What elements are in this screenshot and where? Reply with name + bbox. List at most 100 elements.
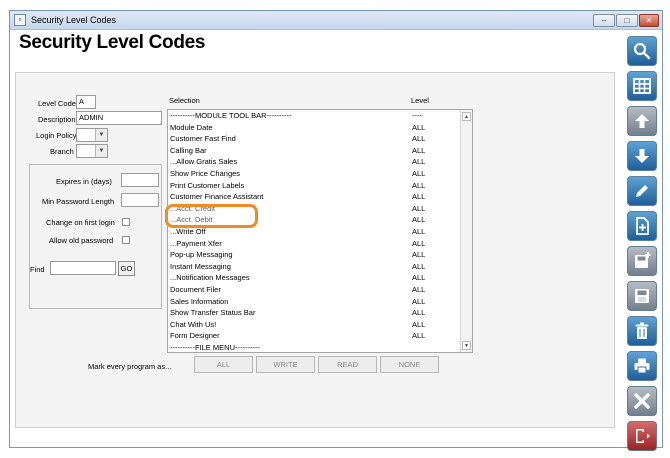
expires-label: Expires in (days) xyxy=(56,177,112,186)
selection-level: ALL xyxy=(412,215,426,225)
change-first-login-checkbox[interactable] xyxy=(122,218,130,226)
description-field[interactable]: ADMIN xyxy=(76,111,162,125)
level-column-header: Level xyxy=(411,96,429,105)
title-bar: ▫ Security Level Codes ‒ □ ✕ xyxy=(10,11,662,30)
list-item[interactable]: Instant Messaging ALL xyxy=(168,261,460,273)
exit-button[interactable] xyxy=(627,421,657,451)
description-label: Description xyxy=(38,115,76,124)
selection-name: Form Designer xyxy=(170,331,220,341)
list-item[interactable]: ...Notification Messages ALL xyxy=(168,272,460,284)
list-item[interactable]: Document Filer ALL xyxy=(168,284,460,296)
selection-name: Print Customer Labels xyxy=(170,180,245,190)
branch-dropdown[interactable]: ▼ xyxy=(76,144,108,158)
selection-name: Document Filer xyxy=(170,285,221,294)
mark-read-button[interactable]: READ xyxy=(318,356,377,373)
list-item[interactable]: Customer Fast Find ALL xyxy=(168,133,460,145)
list-item[interactable]: ...Allow Gratis Sales ALL xyxy=(168,156,460,168)
list-item[interactable]: Pop-up Messaging ALL xyxy=(168,249,460,261)
selection-level: ALL xyxy=(412,308,426,318)
selection-level: ALL xyxy=(412,319,426,329)
selection-name: ----------FILE MENU---------- xyxy=(170,343,260,352)
list-item[interactable]: Customer Finance Assistant ALL xyxy=(168,191,460,203)
selection-name: ----------MODULE TOOL BAR---------- xyxy=(170,111,292,120)
allow-old-password-checkbox[interactable] xyxy=(122,236,130,244)
selection-name: Show Price Changes xyxy=(170,169,241,178)
search-button[interactable] xyxy=(627,36,657,66)
chevron-down-icon[interactable]: ▼ xyxy=(95,129,107,141)
selection-level: ALL xyxy=(412,134,426,144)
add-document-icon xyxy=(636,217,649,235)
login-policy-dropdown[interactable]: ▼ xyxy=(76,128,108,142)
page-title: Security Level Codes xyxy=(19,32,206,53)
main-panel: Level Code A Description ADMIN Login Pol… xyxy=(15,72,615,428)
save-button[interactable] xyxy=(627,281,657,311)
selection-level: ALL xyxy=(412,180,426,190)
maximize-button[interactable]: □ xyxy=(616,14,638,27)
find-label: Find xyxy=(30,265,45,274)
selection-level: ALL xyxy=(412,331,426,341)
delete-button[interactable] xyxy=(627,316,657,346)
next-button[interactable] xyxy=(627,141,657,171)
allow-old-password-label: Allow old password xyxy=(49,236,114,245)
selection-name: Show Transfer Status Bar xyxy=(170,308,256,318)
mark-all-button[interactable]: ALL xyxy=(194,356,253,373)
selection-level: ALL xyxy=(412,203,426,213)
list-item[interactable]: ----------FILE MENU---------- xyxy=(168,342,460,352)
app-icon: ▫ xyxy=(14,14,26,26)
mark-none-button[interactable]: NONE xyxy=(380,356,439,373)
list-item[interactable]: Show Transfer Status Bar ALL xyxy=(168,307,460,319)
exit-icon xyxy=(636,429,650,443)
selection-name: ...Notification Messages xyxy=(170,273,250,283)
window-title: Security Level Codes xyxy=(31,15,117,25)
selection-level: ALL xyxy=(412,169,426,178)
selection-level: ALL xyxy=(412,227,426,236)
scroll-up-icon[interactable]: ▲ xyxy=(462,112,471,121)
print-button[interactable] xyxy=(627,351,657,381)
selection-name: Instant Messaging xyxy=(170,261,231,271)
add-record-button[interactable] xyxy=(627,211,657,241)
down-arrow-icon xyxy=(635,149,649,163)
previous-button[interactable] xyxy=(627,106,657,136)
selection-column-header: Selection xyxy=(169,96,200,105)
highlight-annotation xyxy=(165,204,258,228)
go-button[interactable]: GO xyxy=(118,261,135,276)
list-item[interactable]: Form Designer ALL xyxy=(168,330,460,342)
expires-days-field[interactable] xyxy=(121,173,159,187)
list-item[interactable]: Sales Information ALL xyxy=(168,296,460,308)
list-item[interactable]: Module Date ALL xyxy=(168,122,460,134)
find-input[interactable] xyxy=(50,261,116,275)
selection-level: ALL xyxy=(412,250,426,260)
login-policy-label: Login Policy xyxy=(36,131,77,140)
selection-name: Module Date xyxy=(170,122,213,132)
selection-name: Sales Information xyxy=(170,296,229,306)
list-item[interactable]: ...Payment Xfer ALL xyxy=(168,238,460,250)
selection-name: Customer Fast Find xyxy=(170,134,236,144)
cancel-button[interactable] xyxy=(627,386,657,416)
list-item[interactable]: ----------MODULE TOOL BAR---------- ---- xyxy=(168,110,460,122)
up-arrow-icon xyxy=(635,114,649,128)
security-selection-list[interactable]: ----------MODULE TOOL BAR---------- ----… xyxy=(167,109,473,353)
selection-level: ALL xyxy=(412,157,426,167)
selection-level: ALL xyxy=(412,192,426,202)
save-new-button[interactable] xyxy=(627,246,657,276)
save-icon xyxy=(635,289,649,303)
minimize-button[interactable]: ‒ xyxy=(593,14,615,27)
list-item[interactable]: Show Price Changes ALL xyxy=(168,168,460,180)
selection-level: ALL xyxy=(412,285,426,294)
mark-write-button[interactable]: WRITE xyxy=(256,356,315,373)
list-item[interactable]: Calling Bar ALL xyxy=(168,145,460,157)
close-window-button[interactable]: ✕ xyxy=(639,14,659,27)
level-code-label: Level Code xyxy=(38,99,76,108)
list-item[interactable]: Print Customer Labels ALL xyxy=(168,180,460,192)
grid-view-button[interactable] xyxy=(627,71,657,101)
chevron-down-icon[interactable]: ▼ xyxy=(95,145,107,157)
list-item[interactable]: Chat With Us! ALL xyxy=(168,319,460,331)
selection-name: Customer Finance Assistant xyxy=(170,192,264,202)
application-window: ▫ Security Level Codes ‒ □ ✕ Security Le… xyxy=(9,10,663,451)
level-code-field[interactable]: A xyxy=(76,95,96,109)
scroll-down-icon[interactable]: ▼ xyxy=(462,341,471,350)
edit-button[interactable] xyxy=(627,176,657,206)
edit-icon xyxy=(636,185,648,197)
min-password-length-field[interactable] xyxy=(121,193,159,207)
list-scrollbar[interactable]: ▲ ▼ xyxy=(460,110,472,352)
